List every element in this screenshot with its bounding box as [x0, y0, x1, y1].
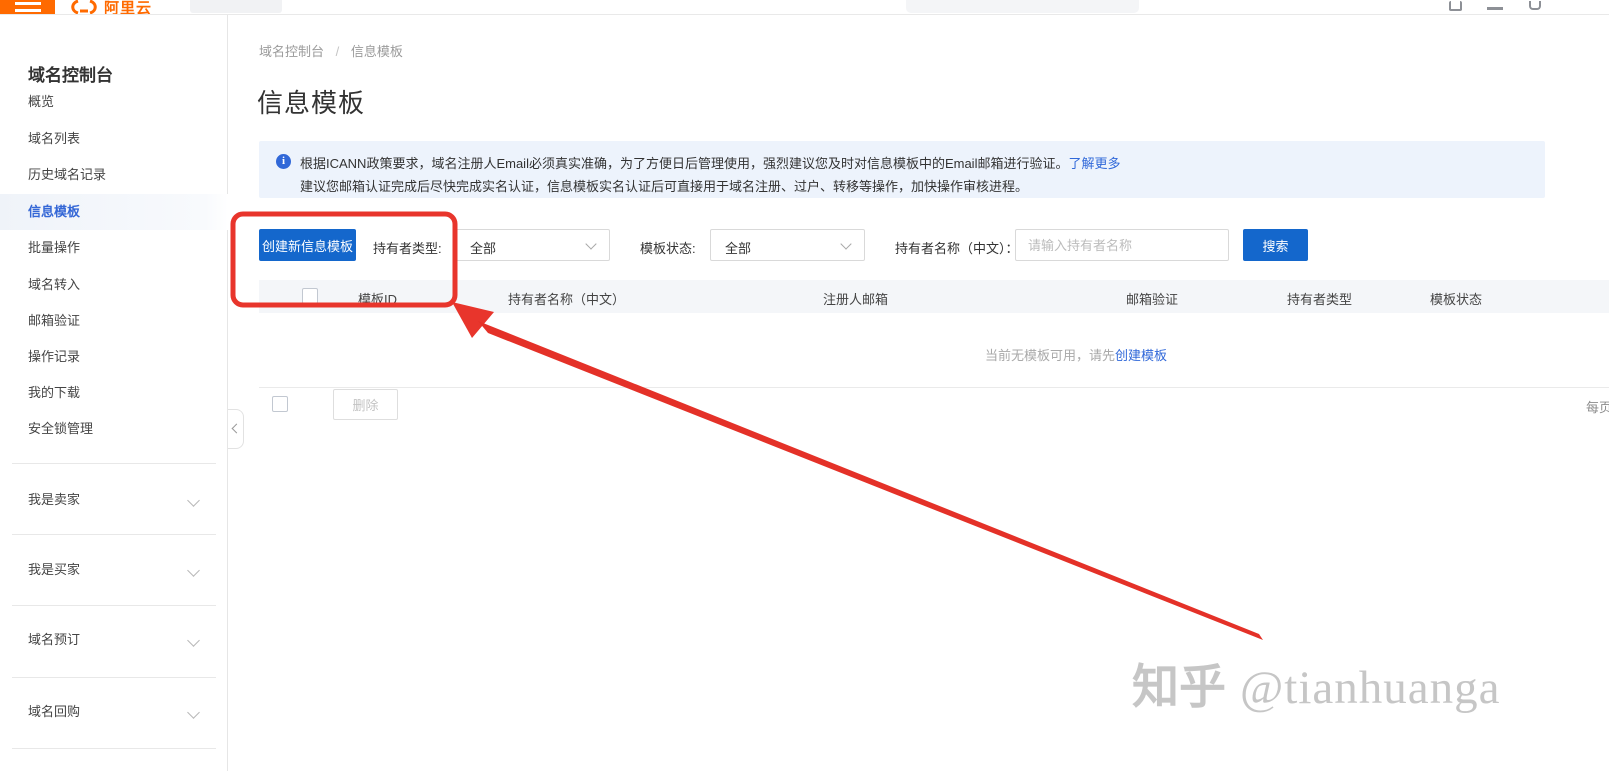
- sidebar-item-domain-list[interactable]: 域名列表: [0, 121, 228, 157]
- sidebar-item-overview[interactable]: 概览: [0, 84, 228, 120]
- sidebar-divider: [12, 605, 216, 606]
- cart-icon[interactable]: [1449, 1, 1462, 11]
- column-holder-name: 持有者名称（中文）: [508, 289, 625, 308]
- holder-type-select[interactable]: 全部: [455, 229, 610, 261]
- chevron-down-icon: [187, 634, 200, 647]
- logo-text: 阿里云: [104, 0, 152, 15]
- sidebar-item-batch-ops[interactable]: 批量操作: [0, 230, 228, 266]
- chevron-down-icon: [187, 494, 200, 507]
- sidebar-group-seller[interactable]: 我是卖家: [0, 482, 228, 518]
- sidebar-item-domain-transfer-in[interactable]: 域名转入: [0, 267, 228, 303]
- banner-line1: 根据ICANN政策要求，域名注册人Email必须真实准确，为了方便日后管理使用，…: [300, 153, 1120, 172]
- sidebar-item-my-downloads[interactable]: 我的下载: [0, 375, 228, 411]
- topbar-cutoff-icon[interactable]: [1487, 7, 1503, 10]
- alibaba-cloud-logo[interactable]: 阿里云: [68, 0, 152, 15]
- chevron-down-icon: [187, 706, 200, 719]
- select-all-checkbox[interactable]: [302, 288, 318, 304]
- column-holder-type: 持有者类型: [1287, 289, 1352, 308]
- sidebar-group-label: 域名预订: [28, 632, 80, 647]
- holder-type-selected-value: 全部: [470, 238, 496, 257]
- column-template-id: 模板ID: [358, 289, 397, 308]
- info-banner: i 根据ICANN政策要求，域名注册人Email必须真实准确，为了方便日后管理使…: [259, 141, 1545, 198]
- table-bottom-divider: [259, 387, 1609, 388]
- sidebar-group-domain-preorder[interactable]: 域名预订: [0, 622, 228, 658]
- search-button[interactable]: 搜索: [1243, 229, 1308, 261]
- holder-name-input[interactable]: [1015, 229, 1229, 261]
- create-template-button[interactable]: 创建新信息模板: [259, 229, 356, 261]
- topbar: 阿里云: [0, 0, 1609, 15]
- sidebar-group-label: 我是卖家: [28, 492, 80, 507]
- page-root: 阿里云 域名控制台 概览 域名列表 历史域名记录 信息模板 批量操作 域名转入 …: [0, 0, 1609, 771]
- sidebar-item-security-lock[interactable]: 安全锁管理: [0, 411, 228, 447]
- main-content: 域名控制台 / 信息模板 信息模板 i 根据ICANN政策要求，域名注册人Ema…: [229, 15, 1609, 771]
- template-status-selected-value: 全部: [725, 238, 751, 257]
- sidebar-item-history-records[interactable]: 历史域名记录: [0, 157, 228, 193]
- sidebar-title: 域名控制台: [28, 61, 113, 86]
- per-page-label: 每页显示: [1586, 397, 1609, 416]
- chevron-left-icon: [232, 424, 242, 434]
- sidebar-divider: [12, 534, 216, 535]
- banner-line2: 建议您邮箱认证完成后尽快完成实名认证，信息模板实名认证后可直接用于域名注册、过户…: [300, 176, 1028, 195]
- sidebar-collapse-button[interactable]: [228, 409, 244, 449]
- sidebar-divider: [12, 463, 216, 464]
- page-title: 信息模板: [257, 83, 365, 120]
- chevron-down-icon: [187, 564, 200, 577]
- template-status-label: 模板状态:: [640, 238, 696, 257]
- sidebar-divider: [12, 748, 216, 749]
- table-empty-state: 当前无模板可用，请先创建模板: [985, 345, 1167, 364]
- learn-more-link[interactable]: 了解更多: [1068, 156, 1120, 171]
- breadcrumb-separator: /: [336, 44, 340, 59]
- sidebar-group-label: 域名回购: [28, 704, 80, 719]
- breadcrumb-root[interactable]: 域名控制台: [259, 44, 324, 59]
- sidebar-group-label: 我是买家: [28, 562, 80, 577]
- breadcrumb: 域名控制台 / 信息模板: [259, 41, 403, 60]
- template-status-select[interactable]: 全部: [710, 229, 865, 261]
- hamburger-menu-icon[interactable]: [0, 0, 55, 15]
- sidebar-item-op-records[interactable]: 操作记录: [0, 339, 228, 375]
- column-email-verification: 邮箱验证: [1126, 289, 1178, 308]
- alibaba-cloud-logo-icon: [68, 0, 100, 14]
- sidebar-item-email-verify[interactable]: 邮箱验证: [0, 303, 228, 339]
- delete-button[interactable]: 删除: [333, 389, 398, 420]
- sidebar-item-info-template[interactable]: 信息模板: [0, 194, 228, 230]
- chevron-down-icon: [840, 238, 851, 249]
- column-registrant-email: 注册人邮箱: [823, 289, 888, 308]
- chevron-down-icon: [585, 238, 596, 249]
- sidebar-group-buyer[interactable]: 我是买家: [0, 552, 228, 588]
- sidebar: 域名控制台 概览 域名列表 历史域名记录 信息模板 批量操作 域名转入 邮箱验证…: [0, 15, 228, 771]
- banner-line1-text: 根据ICANN政策要求，域名注册人Email必须真实准确，为了方便日后管理使用，…: [300, 156, 1068, 171]
- sidebar-group-domain-buyback[interactable]: 域名回购: [0, 694, 228, 730]
- holder-name-label: 持有者名称（中文）：: [895, 238, 1019, 257]
- table-header: 模板ID 持有者名称（中文） 注册人邮箱 邮箱验证 持有者类型 模板状态: [259, 280, 1609, 313]
- info-icon: i: [276, 154, 291, 169]
- sidebar-divider: [12, 677, 216, 678]
- empty-state-text: 当前无模板可用，请先: [985, 348, 1115, 363]
- topbar-search-input[interactable]: [906, 0, 1139, 13]
- topbar-nav-item-cutoff[interactable]: [190, 0, 282, 13]
- holder-type-label: 持有者类型:: [373, 238, 442, 257]
- create-template-link[interactable]: 创建模板: [1115, 348, 1167, 363]
- bell-icon[interactable]: [1529, 1, 1541, 10]
- footer-select-all-checkbox[interactable]: [272, 396, 288, 412]
- column-template-status: 模板状态: [1430, 289, 1482, 308]
- breadcrumb-current: 信息模板: [351, 44, 403, 59]
